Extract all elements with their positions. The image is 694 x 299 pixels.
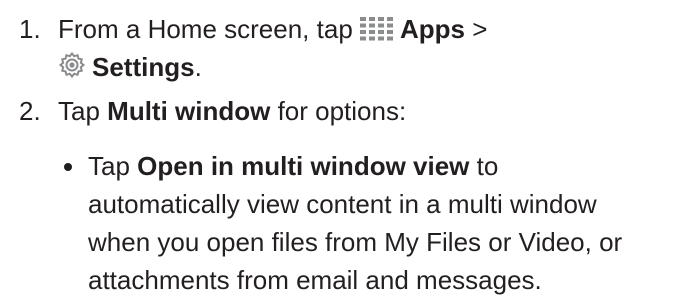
bullet-line: Tap Open in multi window view to <box>88 147 694 185</box>
step-line: From a Home screen, tap Apps > <box>58 10 688 48</box>
apps-grid-icon <box>360 17 394 41</box>
step-line: Settings. <box>58 48 688 86</box>
bullet-text-segment: to <box>469 151 499 181</box>
multi-window-label: Multi window <box>107 96 271 126</box>
step-text-segment: for options: <box>270 96 407 126</box>
step-text: Tap Multi window for options: <box>58 92 688 130</box>
open-in-multi-window-view-label: Open in multi window view <box>137 151 470 181</box>
bullet-line: when you open files from My Files or Vid… <box>88 227 623 257</box>
settings-label: Settings <box>92 52 195 82</box>
apps-label: Apps <box>400 14 465 44</box>
bullet-text: Tap Open in multi window view to automat… <box>88 147 694 299</box>
step-text-segment: > <box>465 14 488 44</box>
step-text: From a Home screen, tap Apps > Settings. <box>58 10 688 86</box>
bullet-line: attachments from email and messages. <box>88 265 542 295</box>
step-text-segment: Tap <box>58 96 108 126</box>
step-number: 1. <box>19 14 41 44</box>
step-number: 2. <box>19 96 41 126</box>
step-text-segment: . <box>194 52 202 82</box>
bullet-text-segment: Tap <box>88 151 138 181</box>
step-line: Tap Multi window for options: <box>58 92 688 130</box>
bullet-dot <box>64 163 72 171</box>
settings-gear-icon <box>58 51 86 79</box>
bullet-line: automatically view content in a multi wi… <box>88 189 597 219</box>
step-text-segment: From a Home screen, tap <box>58 14 360 44</box>
